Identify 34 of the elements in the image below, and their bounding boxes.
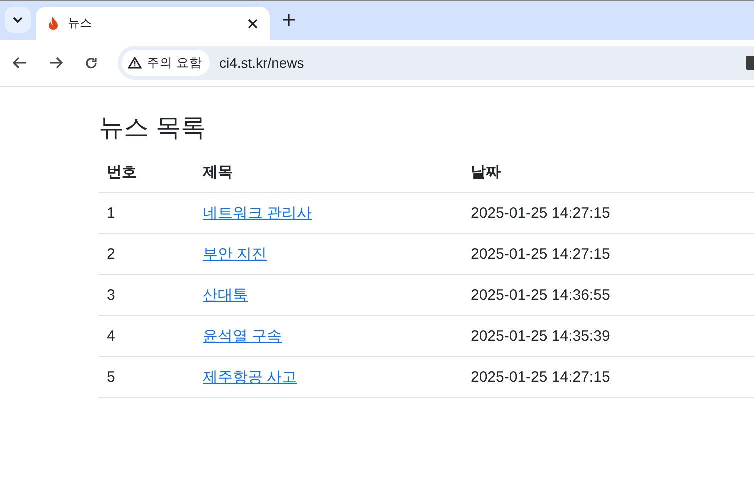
news-title-link[interactable]: 산대툭 [203, 286, 248, 304]
warning-icon [128, 57, 142, 69]
chevron-down-icon [13, 17, 23, 23]
reload-icon[interactable] [85, 56, 98, 70]
table-cell: 2 [99, 234, 195, 274]
news-title-link[interactable]: 윤석열 구속 [203, 328, 282, 344]
column-header: 번호 [99, 152, 195, 192]
flame-icon [48, 17, 59, 30]
security-chip[interactable]: 주의 요함 [122, 50, 210, 76]
news-title-link[interactable]: 제주항공 사고 [203, 368, 298, 386]
column-header: 제목 [195, 152, 463, 192]
table-cell: 2025-01-25 14:27:15 [463, 356, 754, 398]
back-arrow-icon[interactable] [13, 57, 27, 69]
table-cell: 4 [99, 316, 195, 356]
table-cell: 3 [99, 274, 195, 316]
page-heading: 뉴스 목록 [99, 113, 207, 144]
browser-tab[interactable]: 뉴스 [36, 7, 270, 40]
new-tab-icon[interactable] [283, 14, 295, 26]
table-cell: 5 [99, 356, 195, 398]
table-cell: 2025-01-25 14:27:15 [463, 192, 754, 234]
table-cell: 2025-01-25 14:36:55 [463, 274, 754, 316]
news-title-link[interactable]: 부안 지진 [203, 246, 268, 262]
table-cell: 2025-01-25 14:35:39 [463, 316, 754, 356]
table-cell: 2025-01-25 14:27:15 [463, 234, 754, 274]
tab-list-button[interactable] [5, 7, 31, 33]
close-icon[interactable] [248, 18, 258, 28]
table-cell: 1 [99, 192, 195, 234]
news-title-link[interactable]: 네트워크 관리사 [203, 204, 312, 222]
security-label: 주의 요함 [147, 54, 202, 72]
url-text: ci4.st.kr/news [219, 55, 306, 71]
column-header: 날짜 [463, 152, 754, 192]
tab-title: 뉴스 [68, 15, 93, 32]
address-bar[interactable]: 주의 요함 ci4.st.kr/news [118, 46, 754, 80]
forward-arrow-icon[interactable] [49, 57, 63, 69]
